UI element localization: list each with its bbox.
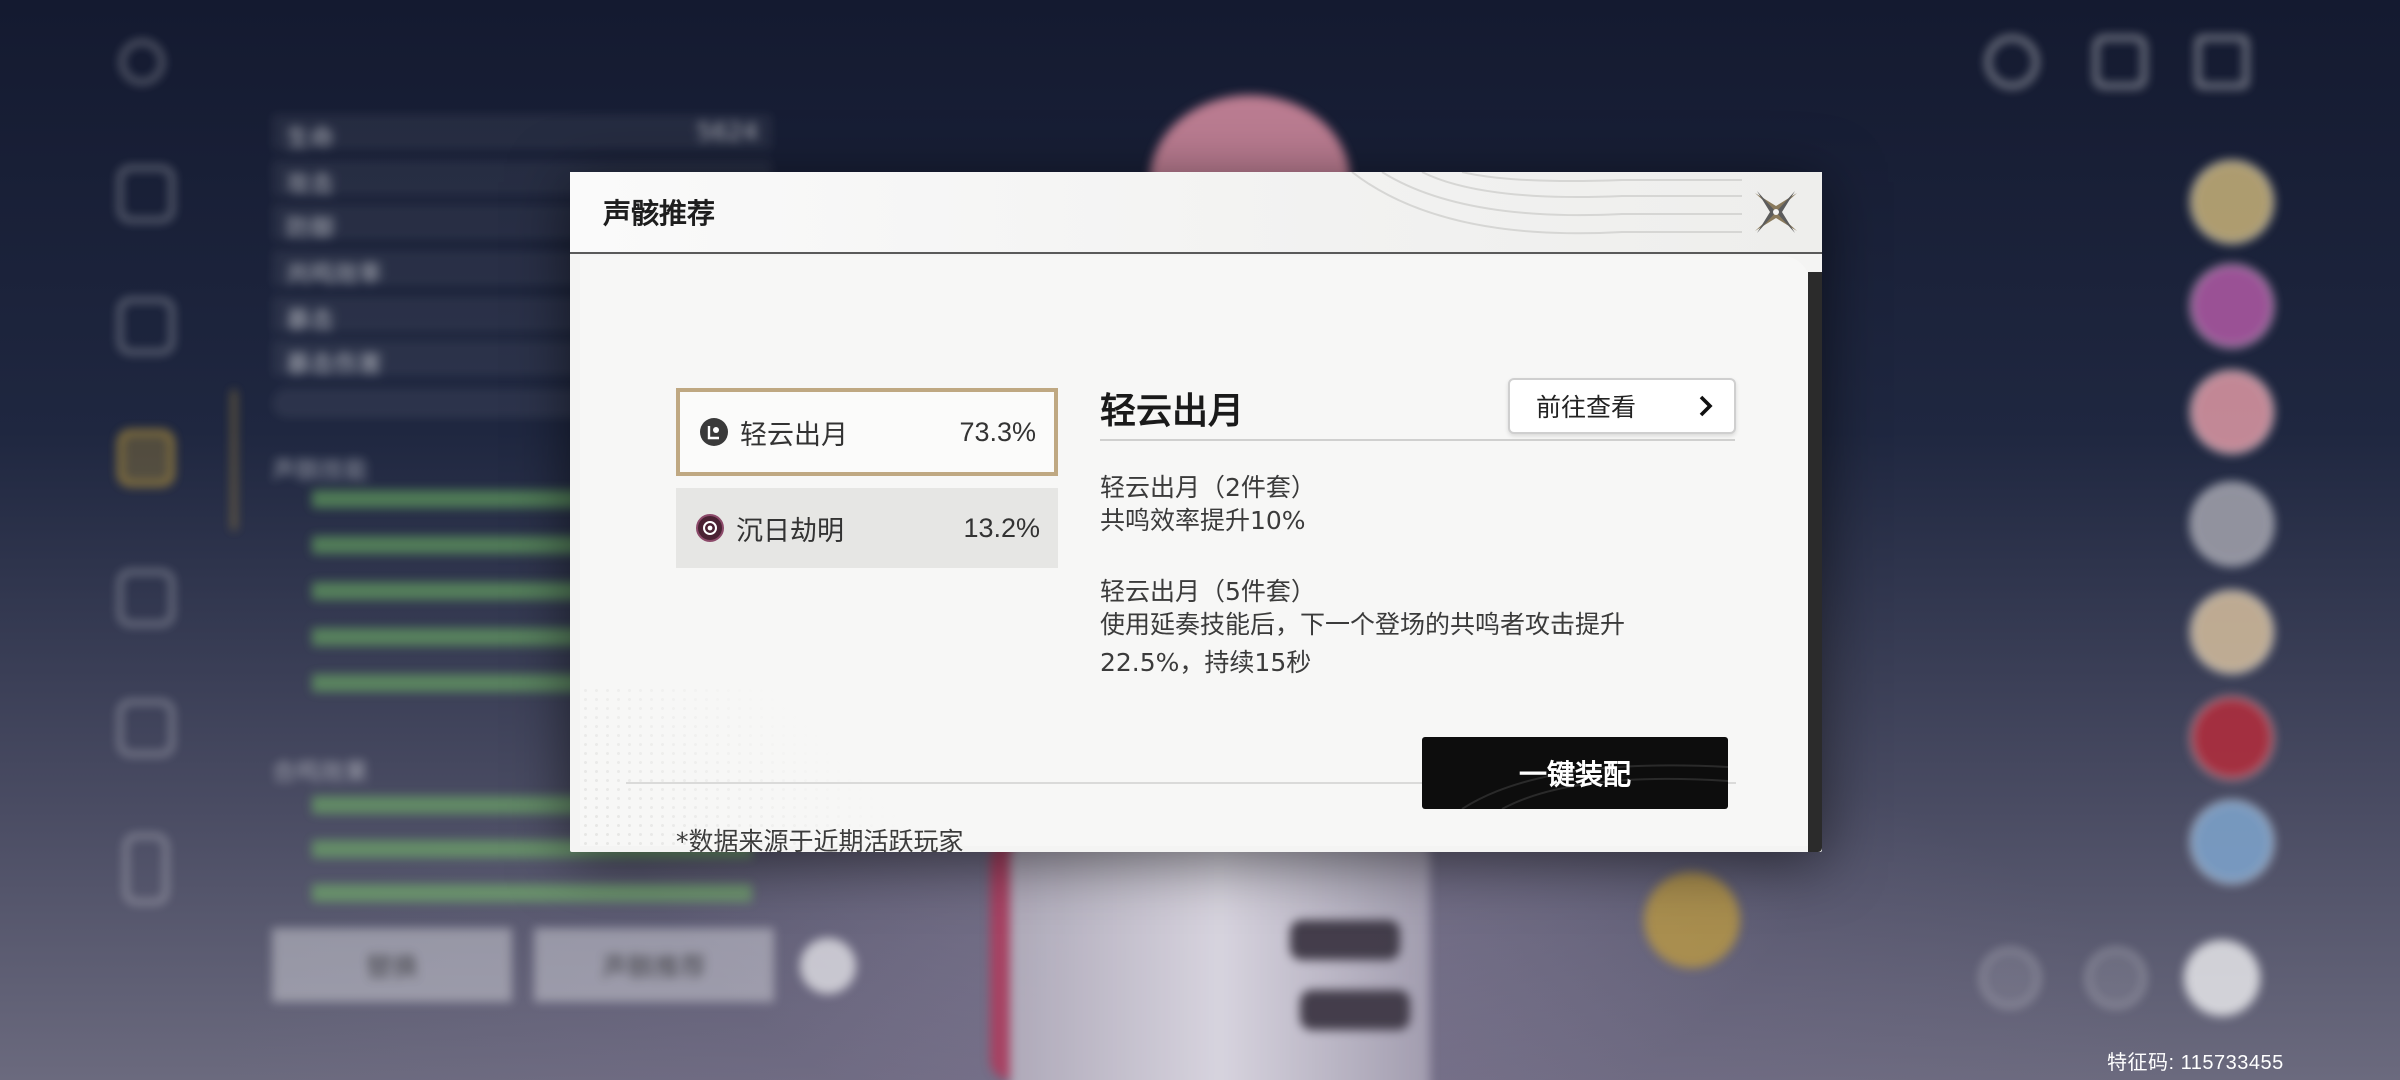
stat-label: 暴击: [286, 306, 334, 334]
echo-icon[interactable]: [120, 40, 164, 84]
skill-tab-icon[interactable]: [118, 570, 174, 626]
stat-label: 生命: [286, 124, 334, 152]
goto-view-label: 前往查看: [1536, 393, 1637, 422]
goto-view-button[interactable]: 前往查看: [1508, 378, 1736, 434]
effect-5pc-text: 使用延奏技能后，下一个登场的共鸣者攻击提升22.5%，持续15秒: [1100, 610, 1626, 677]
stat-row: 生命 5624: [272, 114, 772, 152]
detail-divider: [1100, 439, 1735, 441]
header-decoration: [1351, 172, 1742, 235]
set-name: 沉日劫明: [736, 515, 844, 547]
character-avatar[interactable]: [2190, 800, 2274, 884]
set-name: 轻云出月: [740, 419, 848, 451]
swirl-sun-icon: [696, 514, 724, 542]
effect-2pc-text: 共鸣效率提升10%: [1100, 506, 1306, 535]
character-avatar[interactable]: [2190, 370, 2274, 454]
replace-button[interactable]: 替换: [272, 928, 512, 1002]
set-usage-percent: 73.3%: [959, 416, 1036, 447]
attribute-tab-icon[interactable]: [118, 166, 174, 222]
character-avatar[interactable]: [2190, 160, 2274, 244]
decorative-speckle: [580, 686, 920, 846]
stat-label: 攻击: [286, 170, 334, 198]
filter-icon[interactable]: [2086, 948, 2146, 1008]
close-button[interactable]: [1748, 184, 1804, 240]
close-x-icon: [1755, 191, 1797, 233]
effect-5pc-title: 轻云出月（5件套）: [1100, 577, 1316, 606]
dialog-header: 声骸推荐: [570, 172, 1822, 254]
set-detail-title: 轻云出月: [1100, 391, 1245, 432]
compare-icon[interactable]: [1980, 948, 2040, 1008]
dialog-title: 声骸推荐: [603, 197, 716, 230]
character-detail: [1290, 920, 1400, 960]
info-icon[interactable]: [1986, 36, 2038, 88]
one-click-equip-button[interactable]: 一键装配: [1422, 737, 1728, 809]
uid-label: 特征码: 115733455: [2107, 1052, 2284, 1074]
lock-icon[interactable]: [800, 938, 856, 994]
echo-skill-heading: 声骸技能: [272, 456, 368, 484]
dialog-edge-decoration: [1808, 272, 1822, 852]
character-avatar[interactable]: [2190, 590, 2274, 674]
camera-icon[interactable]: [2094, 36, 2146, 88]
set-item[interactable]: 沉日劫明 13.2%: [676, 488, 1058, 568]
resonance-tab-icon[interactable]: [118, 700, 174, 756]
stat-value: 5624: [696, 118, 758, 146]
echo-badge-icon: [1644, 872, 1740, 968]
echo-recommend-button[interactable]: 声骸推荐: [534, 928, 774, 1002]
effect-2pc-title: 轻云出月（2件套）: [1100, 473, 1316, 502]
moon-cloud-icon: [700, 418, 728, 446]
stat-label: 暴击伤害: [286, 350, 382, 378]
set-usage-percent: 13.2%: [963, 512, 1040, 543]
profile-tab-icon[interactable]: [124, 834, 168, 904]
character-avatar[interactable]: [2190, 482, 2274, 566]
set-item-selected[interactable]: 轻云出月 73.3%: [676, 388, 1058, 476]
equip-label: 一键装配: [1518, 758, 1631, 791]
character-avatar[interactable]: [2190, 264, 2274, 348]
chevron-right-icon: [1699, 395, 1713, 417]
sonata-heading: 合鸣效果: [272, 758, 368, 786]
character-detail: [1300, 990, 1410, 1030]
character-avatar[interactable]: [2190, 696, 2274, 780]
grid-menu-icon[interactable]: [2184, 940, 2260, 1016]
echo-tab-icon[interactable]: [118, 430, 174, 486]
weapon-tab-icon[interactable]: [118, 298, 174, 354]
active-tab-indicator: [232, 390, 236, 530]
stat-label: 防御: [286, 214, 334, 242]
stat-label: 共鸣效率: [286, 260, 382, 288]
exit-icon[interactable]: [2196, 36, 2248, 88]
